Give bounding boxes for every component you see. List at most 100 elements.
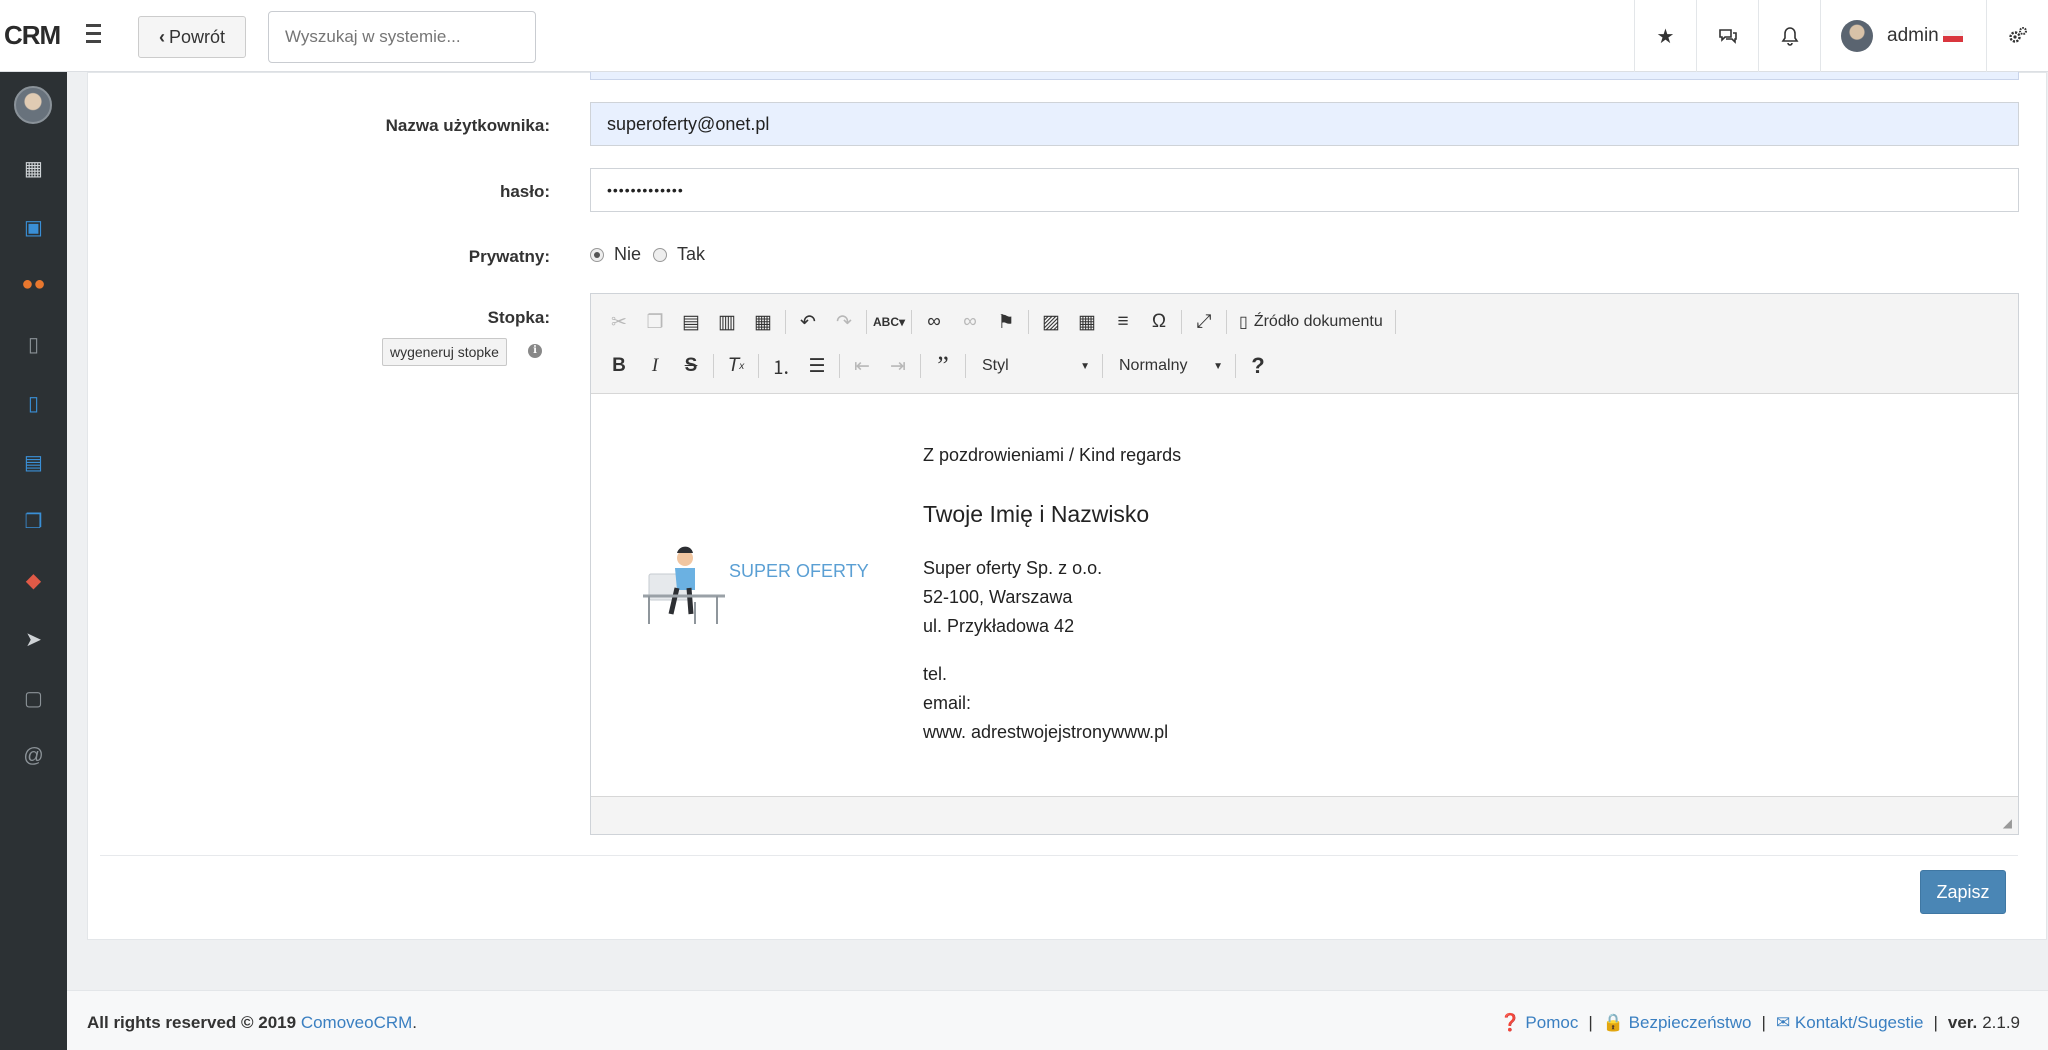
contact-link-label: Kontakt/Sugestie — [1794, 1013, 1924, 1032]
back-button-label: Powrót — [168, 26, 226, 47]
toolbar-separator — [1226, 310, 1227, 334]
settings-button[interactable] — [1986, 0, 2048, 72]
help-button[interactable]: ? — [1240, 351, 1276, 381]
image-icon[interactable]: ▨ — [1033, 307, 1069, 337]
bell-icon — [1781, 27, 1798, 46]
calendar-check-icon[interactable]: ▣ — [0, 215, 67, 240]
notifications-button[interactable] — [1758, 0, 1820, 72]
footer-brand-link[interactable]: ComoveoCRM — [301, 1013, 412, 1032]
paste-icon[interactable]: ▤ — [673, 307, 709, 337]
format-select[interactable]: Normalny ▼ — [1107, 351, 1231, 381]
avatar — [1841, 20, 1873, 52]
help-link[interactable]: ❓ Pomoc — [1500, 1013, 1579, 1033]
bulleted-list-icon[interactable]: ☰ — [799, 351, 835, 381]
toolbar-separator — [1028, 310, 1029, 334]
private-no-radio[interactable] — [590, 247, 604, 262]
user-menu[interactable]: admin — [1820, 0, 1986, 72]
horizontal-line-icon[interactable]: ≡ — [1105, 307, 1141, 337]
table-icon[interactable]: ▦ — [1069, 307, 1105, 337]
editor-content-area[interactable]: SUPER OFERTY Z pozdrowieniami / Kind reg… — [591, 393, 2018, 797]
undo-icon[interactable]: ↶ — [790, 307, 826, 337]
signature-company: Super oferty Sp. z o.o. — [923, 558, 1103, 578]
generate-footer-button[interactable]: wygeneruj stopke — [382, 338, 507, 366]
info-icon[interactable]: i — [528, 344, 542, 358]
toolbar-separator — [866, 310, 867, 334]
calendar-icon[interactable]: ▦ — [0, 156, 67, 181]
ticket-icon[interactable]: ◆ — [0, 568, 67, 593]
clipboard-icon[interactable]: ▤ — [0, 450, 67, 475]
strikethrough-icon[interactable]: S — [673, 351, 709, 381]
toolbar-separator — [1102, 354, 1103, 378]
version-label: ver. — [1947, 1013, 1978, 1032]
security-link-label: Bezpieczeństwo — [1628, 1013, 1752, 1032]
app-logo[interactable]: CRM — [4, 20, 61, 51]
toolbar-separator — [911, 310, 912, 334]
footer-separator: | — [1933, 1013, 1938, 1032]
sidebar-avatar[interactable] — [14, 86, 52, 124]
messages-button[interactable] — [1696, 0, 1758, 72]
special-char-icon[interactable]: Ω — [1141, 307, 1177, 337]
private-radio-group: Nie Tak — [590, 244, 705, 265]
footer-separator: | — [1588, 1013, 1593, 1032]
flag-icon — [1942, 30, 1963, 42]
favorites-button[interactable]: ★ — [1634, 0, 1696, 72]
username-field[interactable]: superoferty@onet.pl — [590, 102, 2019, 146]
previous-field-edge — [590, 72, 2019, 80]
indent-icon[interactable]: ⇥ — [880, 351, 916, 381]
cut-icon[interactable]: ✂ — [601, 307, 637, 337]
page-footer: All rights reserved © 2019 ComoveoCRM. ❓… — [67, 990, 2048, 1050]
private-label: Prywatny: — [468, 247, 550, 266]
signature-name: Twoje Imię i Nazwisko — [923, 501, 1150, 527]
blockquote-icon[interactable]: ” — [925, 351, 961, 381]
envelope-icon: ✉ — [1775, 1013, 1791, 1032]
numbered-list-icon[interactable]: ⒈ — [763, 351, 799, 381]
toolbar-separator — [1394, 310, 1396, 334]
bold-icon[interactable]: B — [601, 351, 637, 381]
spellcheck-icon[interactable]: ABC▾ — [871, 307, 907, 337]
note-icon[interactable]: ▢ — [0, 686, 67, 711]
send-icon[interactable]: ➤ — [0, 627, 67, 652]
at-icon[interactable]: @ — [0, 745, 67, 768]
style-select[interactable]: Styl ▼ — [970, 351, 1098, 381]
users-icon[interactable]: ●● — [0, 273, 67, 296]
contact-link[interactable]: ✉ Kontakt/Sugestie — [1776, 1013, 1924, 1033]
footer-period: . — [412, 1013, 418, 1032]
document-icon[interactable]: ▯ — [0, 332, 67, 357]
private-no-label: Nie — [614, 244, 642, 264]
resize-handle-icon[interactable]: ◢ — [2003, 816, 2012, 830]
maximize-icon[interactable]: ⤢ — [1186, 307, 1222, 337]
password-field[interactable]: ••••••••••••• — [590, 168, 2019, 212]
outdent-icon[interactable]: ⇤ — [844, 351, 880, 381]
redo-icon[interactable]: ↷ — [826, 307, 862, 337]
unlink-icon[interactable]: ∞ — [952, 307, 988, 337]
back-button[interactable]: ‹ Powrót — [138, 16, 246, 58]
private-yes-radio[interactable] — [653, 247, 668, 262]
chevron-left-icon: ‹ — [158, 26, 165, 47]
signature-greeting: Z pozdrowieniami / Kind regards — [923, 445, 1182, 465]
hamburger-icon[interactable] — [82, 24, 108, 46]
pdf-icon[interactable]: ▯ — [0, 391, 67, 416]
copy-icon[interactable]: ❐ — [637, 307, 673, 337]
italic-icon[interactable]: I — [637, 351, 673, 381]
paste-word-icon[interactable]: ▦ — [745, 307, 781, 337]
editor-toolbar-row-2: B I S Tx ⒈ ☰ ⇤ ⇥ ” Styl ▼ Normalny ▼ ? — [601, 349, 1276, 383]
save-button[interactable]: Zapisz — [1920, 870, 2006, 914]
footer-separator: | — [1761, 1013, 1766, 1032]
top-bar: CRM ‹ Powrót ★ admin — [0, 0, 2048, 72]
remove-format-icon[interactable]: Tx — [718, 351, 754, 381]
copy-icon[interactable]: ❐ — [0, 509, 67, 534]
security-link[interactable]: 🔒 Bezpieczeństwo — [1603, 1013, 1752, 1033]
password-label: hasło: — [499, 182, 550, 201]
search-input[interactable] — [268, 11, 536, 63]
anchor-flag-icon[interactable]: ⚑ — [988, 307, 1024, 337]
toolbar-separator — [785, 310, 786, 334]
source-button[interactable]: ▯ Źródło dokumentu — [1231, 312, 1391, 332]
signature-tel: tel. — [923, 664, 948, 684]
toolbar-separator — [758, 354, 759, 378]
chevron-down-icon: ▼ — [1213, 360, 1223, 372]
style-select-label: Styl — [982, 357, 1009, 374]
format-select-label: Normalny — [1119, 357, 1188, 374]
link-icon[interactable]: ∞ — [916, 307, 952, 337]
paste-text-icon[interactable]: ▥ — [709, 307, 745, 337]
source-label: Źródło dokumentu — [1253, 313, 1383, 330]
